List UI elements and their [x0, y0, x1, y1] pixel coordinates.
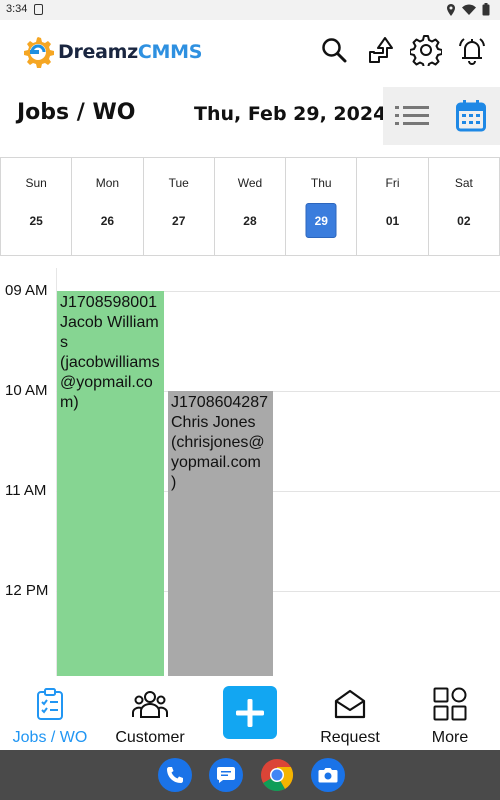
battery-icon	[482, 3, 490, 16]
wifi-icon	[462, 4, 476, 15]
current-date[interactable]: Thu, Feb 29, 2024	[194, 103, 386, 125]
nav-item-add[interactable]	[200, 676, 300, 750]
nav-label: Jobs / WO	[12, 729, 88, 746]
camera-icon[interactable]	[311, 758, 345, 792]
day-cell-tue[interactable]: Tue 27	[144, 158, 215, 255]
day-name: Wed	[237, 176, 263, 190]
status-icons	[446, 3, 490, 16]
chrome-icon[interactable]	[260, 758, 294, 792]
week-strip: Sun 25 Mon 26 Tue 27 Wed 28 Thu 29 Fri 0…	[0, 157, 500, 256]
day-cell-wed[interactable]: Wed 28	[215, 158, 287, 255]
nav-item-customer[interactable]: Customer	[100, 676, 200, 750]
messages-icon[interactable]	[209, 758, 243, 792]
nav-label: More	[431, 729, 469, 746]
job-id: J1708604287	[171, 394, 268, 411]
job-event-card[interactable]: J1708604287 Chris Jones (chrisjones@yopm…	[168, 391, 273, 676]
day-cell-fri[interactable]: Fri 01	[357, 158, 429, 255]
day-timeline[interactable]: 09 AM 10 AM 11 AM 12 PM J1708598001 Jaco…	[0, 256, 500, 676]
hour-label: 10 AM	[5, 382, 48, 399]
day-number: 27	[172, 213, 186, 228]
clipboard-checklist-icon	[32, 686, 68, 722]
day-number: 02	[457, 213, 471, 228]
day-cell-thu[interactable]: Thu 29	[286, 158, 358, 255]
customer-email: (jacobwilliams@yopmail.com)	[60, 354, 160, 411]
nav-item-jobs[interactable]: Jobs / WO	[0, 676, 100, 750]
search-icon[interactable]	[318, 34, 350, 66]
alarm-bell-icon[interactable]	[456, 34, 488, 66]
plus-icon	[236, 698, 264, 727]
customer-email: (chrisjones@yopmail.com )	[171, 434, 265, 491]
gear-icon[interactable]	[410, 34, 442, 66]
sub-header: Jobs / WO Thu, Feb 29, 2024	[0, 86, 500, 146]
customer-name: Jacob Williams	[60, 314, 159, 351]
location-icon	[447, 3, 455, 16]
nav-item-request[interactable]: Request	[300, 676, 400, 750]
hour-label: 11 AM	[5, 482, 47, 499]
job-event-card[interactable]: J1708598001 Jacob Williams (jacobwilliam…	[57, 291, 164, 676]
users-group-icon	[132, 686, 168, 722]
nav-label: Customer	[115, 729, 185, 746]
status-time: 3:34	[6, 3, 28, 15]
add-button[interactable]	[223, 686, 277, 739]
brand-name: DreamzCMMS	[58, 41, 203, 63]
page-title: Jobs / WO	[17, 100, 136, 125]
status-bar: 3:34	[0, 0, 500, 20]
bottom-nav: Jobs / WO Customer Request More	[0, 676, 500, 750]
job-id: J1708598001	[60, 294, 157, 311]
logo-gear-icon	[24, 37, 54, 68]
day-number: 28	[243, 213, 257, 228]
system-dock	[0, 750, 500, 800]
day-name: Fri	[385, 176, 400, 190]
customer-name: Chris Jones	[171, 414, 256, 431]
view-toggle	[383, 87, 500, 145]
grid-shapes-icon	[432, 686, 468, 722]
day-cell-sun[interactable]: Sun 25	[0, 158, 73, 255]
day-number-selected: 29	[305, 203, 337, 238]
day-name: Sat	[454, 176, 473, 190]
day-cell-sat[interactable]: Sat 02	[429, 158, 500, 255]
day-name: Thu	[310, 176, 332, 190]
nav-item-more[interactable]: More	[400, 676, 500, 750]
day-number: 26	[100, 213, 115, 228]
envelope-open-icon	[332, 686, 368, 722]
calendar-view-icon[interactable]	[441, 87, 500, 145]
hour-label: 12 PM	[5, 582, 49, 599]
day-number: 01	[385, 213, 400, 228]
day-cell-mon[interactable]: Mon 26	[72, 158, 144, 255]
app-logo: DreamzCMMS	[20, 34, 202, 70]
nav-label: Request	[320, 729, 380, 746]
day-name: Mon	[95, 176, 120, 190]
list-view-icon[interactable]	[383, 87, 441, 145]
sim-notification-icon	[34, 4, 43, 15]
day-name: Sun	[25, 176, 47, 190]
phone-icon[interactable]	[158, 758, 192, 792]
switch-arrows-icon[interactable]	[364, 34, 396, 66]
hour-label: 09 AM	[5, 282, 48, 299]
app-header: DreamzCMMS	[0, 20, 500, 86]
day-name: Tue	[168, 176, 189, 190]
day-number: 25	[29, 213, 43, 228]
